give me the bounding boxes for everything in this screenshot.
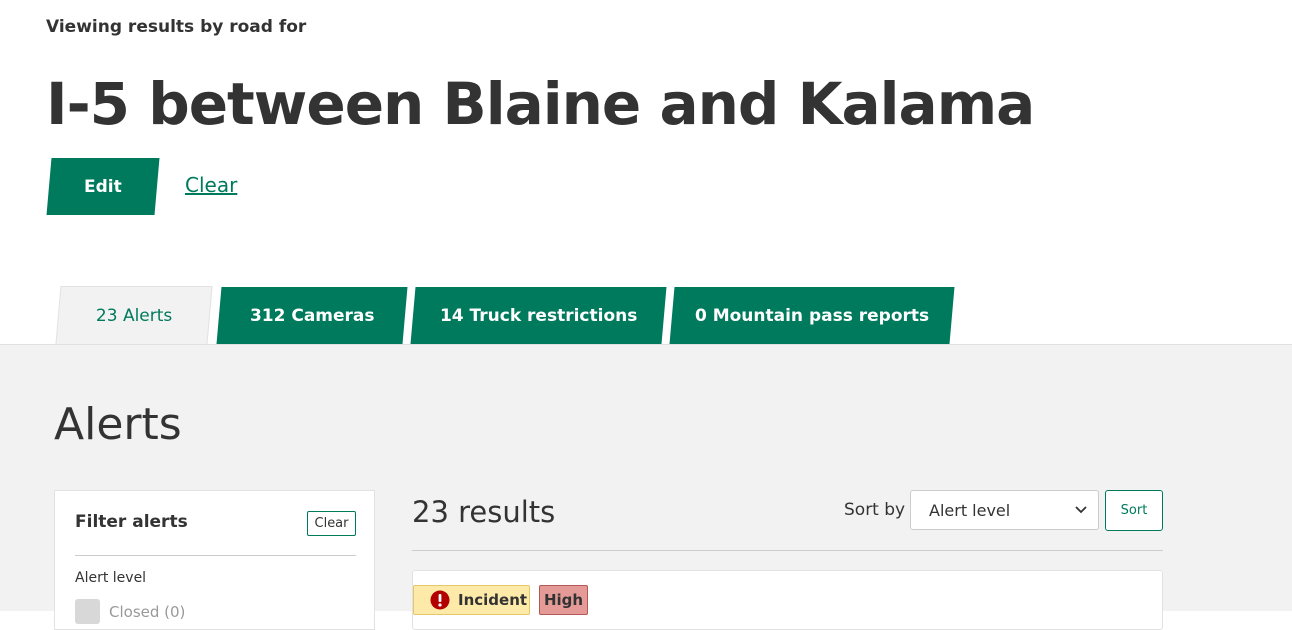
chevron-down-icon xyxy=(1075,506,1087,514)
filter-option-closed[interactable]: Closed (0) xyxy=(75,599,185,624)
page-header: Viewing results by road for I-5 between … xyxy=(0,0,1292,344)
header-eyebrow: Viewing results by road for xyxy=(46,17,307,37)
incident-badge-label: Incident xyxy=(458,591,528,609)
sort-button[interactable]: Sort xyxy=(1105,490,1163,531)
tab-alerts[interactable]: 23 Alerts xyxy=(55,286,213,344)
filter-clear-button[interactable]: Clear xyxy=(307,511,356,536)
tab-mountain-pass-reports[interactable]: 0 Mountain pass reports xyxy=(669,287,955,344)
results-divider xyxy=(412,550,1163,551)
clear-link[interactable]: Clear xyxy=(185,173,237,197)
tab-alerts-label: 23 Alerts xyxy=(95,305,173,326)
filter-panel: Filter alerts Clear Alert level Closed (… xyxy=(54,490,375,630)
results-count: 23 results xyxy=(412,495,556,529)
edit-button-label: Edit xyxy=(84,176,122,197)
alerts-panel: Alerts Filter alerts Clear Alert level C… xyxy=(0,344,1292,630)
tab-cameras[interactable]: 312 Cameras xyxy=(216,287,408,344)
filter-option-label: Closed (0) xyxy=(109,602,186,621)
tab-mountain-pass-reports-label: 0 Mountain pass reports xyxy=(694,305,930,326)
checkbox[interactable] xyxy=(75,599,100,624)
edit-button[interactable]: Edit xyxy=(46,158,160,215)
section-title: Alerts xyxy=(54,399,182,450)
exclamation-circle-icon xyxy=(430,590,450,610)
filter-title: Filter alerts xyxy=(75,512,188,532)
tab-truck-restrictions[interactable]: 14 Truck restrictions xyxy=(410,287,667,344)
alert-level-label: Alert level xyxy=(75,570,147,586)
tab-cameras-label: 312 Cameras xyxy=(249,305,375,326)
alert-card[interactable]: Incident High xyxy=(412,570,1163,630)
filter-divider xyxy=(75,555,356,556)
page-title: I-5 between Blaine and Kalama xyxy=(46,70,1035,138)
sort-label: Sort by xyxy=(844,500,906,520)
sort-select[interactable]: Alert level xyxy=(910,490,1099,530)
tab-truck-restrictions-label: 14 Truck restrictions xyxy=(439,305,638,326)
sort-select-value: Alert level xyxy=(929,500,1011,520)
